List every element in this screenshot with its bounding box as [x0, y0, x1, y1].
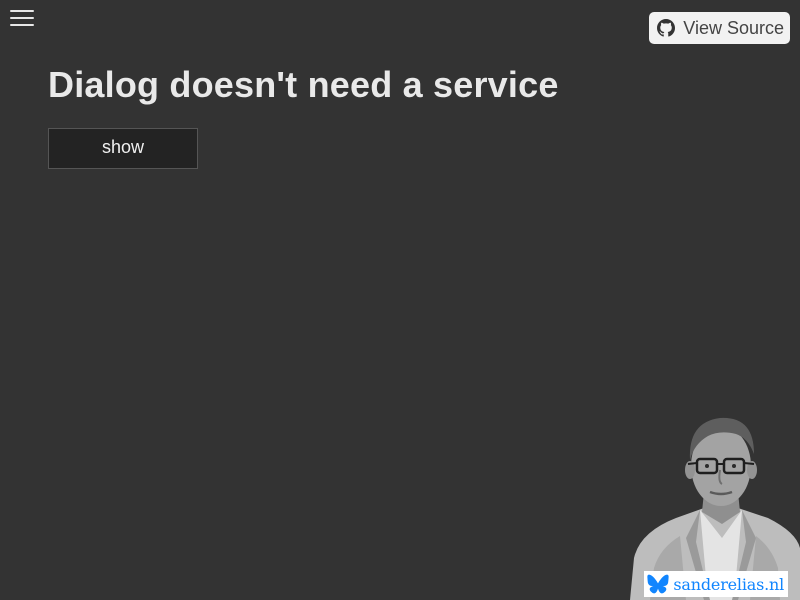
site-badge-link[interactable]: sanderelias.nl — [644, 571, 788, 597]
site-badge-label: sanderelias.nl — [673, 574, 784, 594]
page-title: Dialog doesn't need a service — [48, 64, 559, 105]
menu-bar — [10, 24, 34, 26]
hamburger-menu-icon[interactable] — [8, 7, 36, 29]
view-source-button[interactable]: View Source — [649, 12, 790, 44]
menu-bar — [10, 10, 34, 12]
page: View Source Dialog doesn't need a servic… — [0, 0, 800, 600]
menu-bar — [10, 17, 34, 19]
show-dialog-button[interactable]: show — [48, 128, 198, 169]
github-icon — [657, 19, 676, 37]
view-source-label: View Source — [683, 17, 784, 38]
butterfly-icon — [647, 574, 670, 594]
